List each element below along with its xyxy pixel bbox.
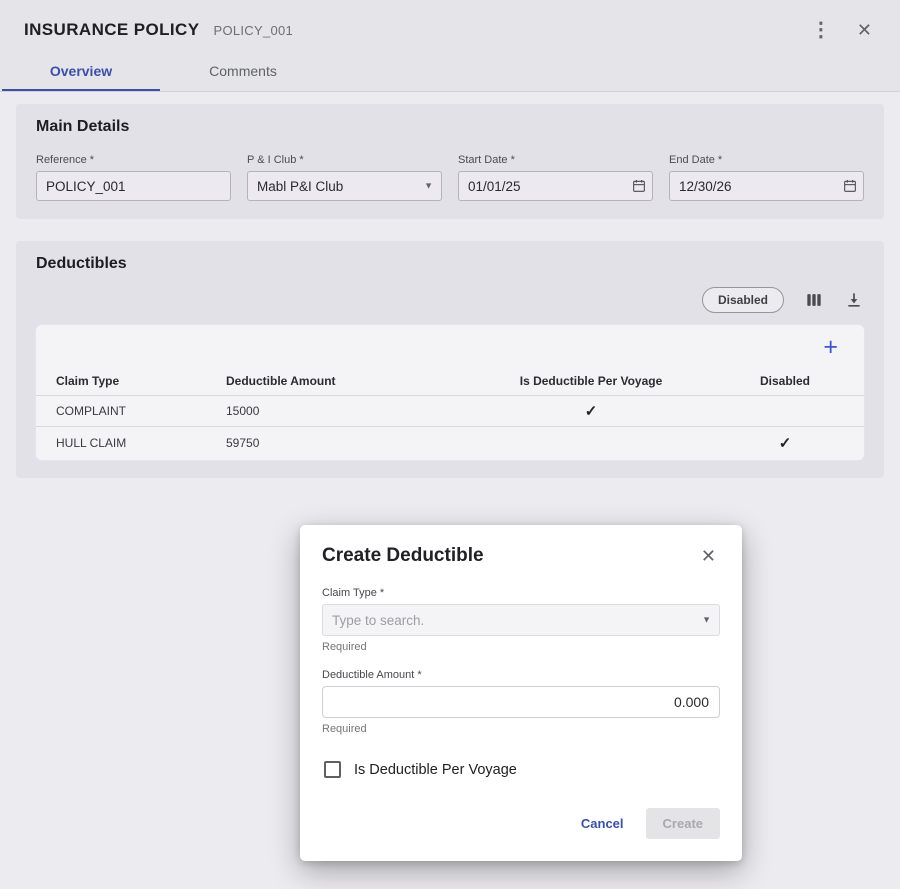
end-date-field: End Date * — [669, 154, 864, 201]
deductibles-table: + Claim Type Deductible Amount Is Deduct… — [36, 325, 864, 460]
create-button[interactable]: Create — [646, 808, 720, 839]
claim-type-helper: Required — [322, 641, 720, 653]
start-date-label: Start Date * — [458, 154, 653, 166]
columns-icon[interactable] — [804, 290, 824, 310]
window-header: INSURANCE POLICY POLICY_001 ⋮ ✕ Overview… — [0, 0, 900, 92]
add-deductible-button[interactable]: + — [823, 335, 838, 360]
deductibles-title: Deductibles — [36, 255, 864, 273]
kebab-menu-icon[interactable]: ⋮ — [807, 18, 835, 42]
download-icon[interactable] — [844, 290, 864, 310]
page-content: Main Details Reference * P & I Club * ▼ — [0, 92, 900, 512]
table-row[interactable]: COMPLAINT 15000 ✓ — [36, 396, 864, 427]
main-details-title: Main Details — [36, 118, 864, 136]
insurance-policy-window: INSURANCE POLICY POLICY_001 ⋮ ✕ Overview… — [0, 0, 900, 889]
deductible-amount-label: Deductible Amount * — [322, 669, 720, 681]
main-details-section: Main Details Reference * P & I Club * ▼ — [16, 104, 884, 219]
chevron-down-icon[interactable]: ▼ — [702, 616, 711, 625]
page-title: INSURANCE POLICY — [24, 20, 199, 40]
check-icon: ✓ — [585, 403, 598, 420]
column-header-deductible-amount: Deductible Amount — [226, 374, 456, 388]
cell-claim-type: HULL CLAIM — [56, 436, 226, 450]
is-deductible-per-voyage-row: Is Deductible Per Voyage — [324, 761, 720, 778]
cell-claim-type: COMPLAINT — [56, 404, 226, 418]
main-details-fields: Reference * P & I Club * ▼ Start Date * — [36, 154, 864, 201]
policy-id-label: POLICY_001 — [213, 23, 293, 38]
column-header-is-deductible-per-voyage: Is Deductible Per Voyage — [456, 374, 726, 388]
cell-deductible-amount: 15000 — [226, 404, 456, 418]
table-row[interactable]: HULL CLAIM 59750 ✓ — [36, 427, 864, 458]
tab-comments[interactable]: Comments — [162, 52, 324, 91]
calendar-icon[interactable] — [842, 178, 858, 194]
close-icon[interactable]: ✕ — [853, 19, 876, 41]
table-header-row: Claim Type Deductible Amount Is Deductib… — [36, 366, 864, 396]
create-deductible-dialog: Create Deductible ✕ Claim Type * ▼ Requi… — [300, 525, 742, 861]
calendar-icon[interactable] — [631, 178, 647, 194]
pi-club-label: P & I Club * — [247, 154, 442, 166]
deductible-amount-helper: Required — [322, 723, 720, 735]
disabled-filter-button[interactable]: Disabled — [702, 287, 784, 313]
end-date-label: End Date * — [669, 154, 864, 166]
tab-bar: Overview Comments — [0, 52, 900, 91]
chevron-down-icon[interactable]: ▼ — [424, 182, 433, 191]
pi-club-select[interactable] — [247, 171, 442, 201]
column-header-disabled: Disabled — [726, 374, 844, 388]
deductibles-section: Deductibles Disabled + Claim Type Deduct… — [16, 241, 884, 478]
dialog-close-icon[interactable]: ✕ — [697, 545, 720, 567]
is-deductible-checkbox[interactable] — [324, 761, 341, 778]
claim-type-label: Claim Type * — [322, 587, 720, 599]
start-date-field: Start Date * — [458, 154, 653, 201]
cancel-button[interactable]: Cancel — [581, 816, 624, 831]
header-actions: ⋮ ✕ — [807, 18, 876, 42]
dialog-footer: Cancel Create — [322, 808, 720, 839]
claim-type-search-input[interactable] — [322, 604, 720, 636]
reference-input[interactable] — [36, 171, 231, 201]
reference-label: Reference * — [36, 154, 231, 166]
reference-field: Reference * — [36, 154, 231, 201]
tab-overview[interactable]: Overview — [0, 52, 162, 91]
pi-club-field: P & I Club * ▼ — [247, 154, 442, 201]
deductible-amount-input[interactable] — [322, 686, 720, 718]
deductibles-toolbar: Disabled — [36, 287, 864, 313]
dialog-title: Create Deductible — [322, 545, 484, 567]
check-icon: ✓ — [779, 435, 792, 452]
end-date-input[interactable] — [669, 171, 864, 201]
start-date-input[interactable] — [458, 171, 653, 201]
cell-deductible-amount: 59750 — [226, 436, 456, 450]
checkbox-label: Is Deductible Per Voyage — [354, 762, 517, 778]
column-header-claim-type: Claim Type — [56, 374, 226, 388]
